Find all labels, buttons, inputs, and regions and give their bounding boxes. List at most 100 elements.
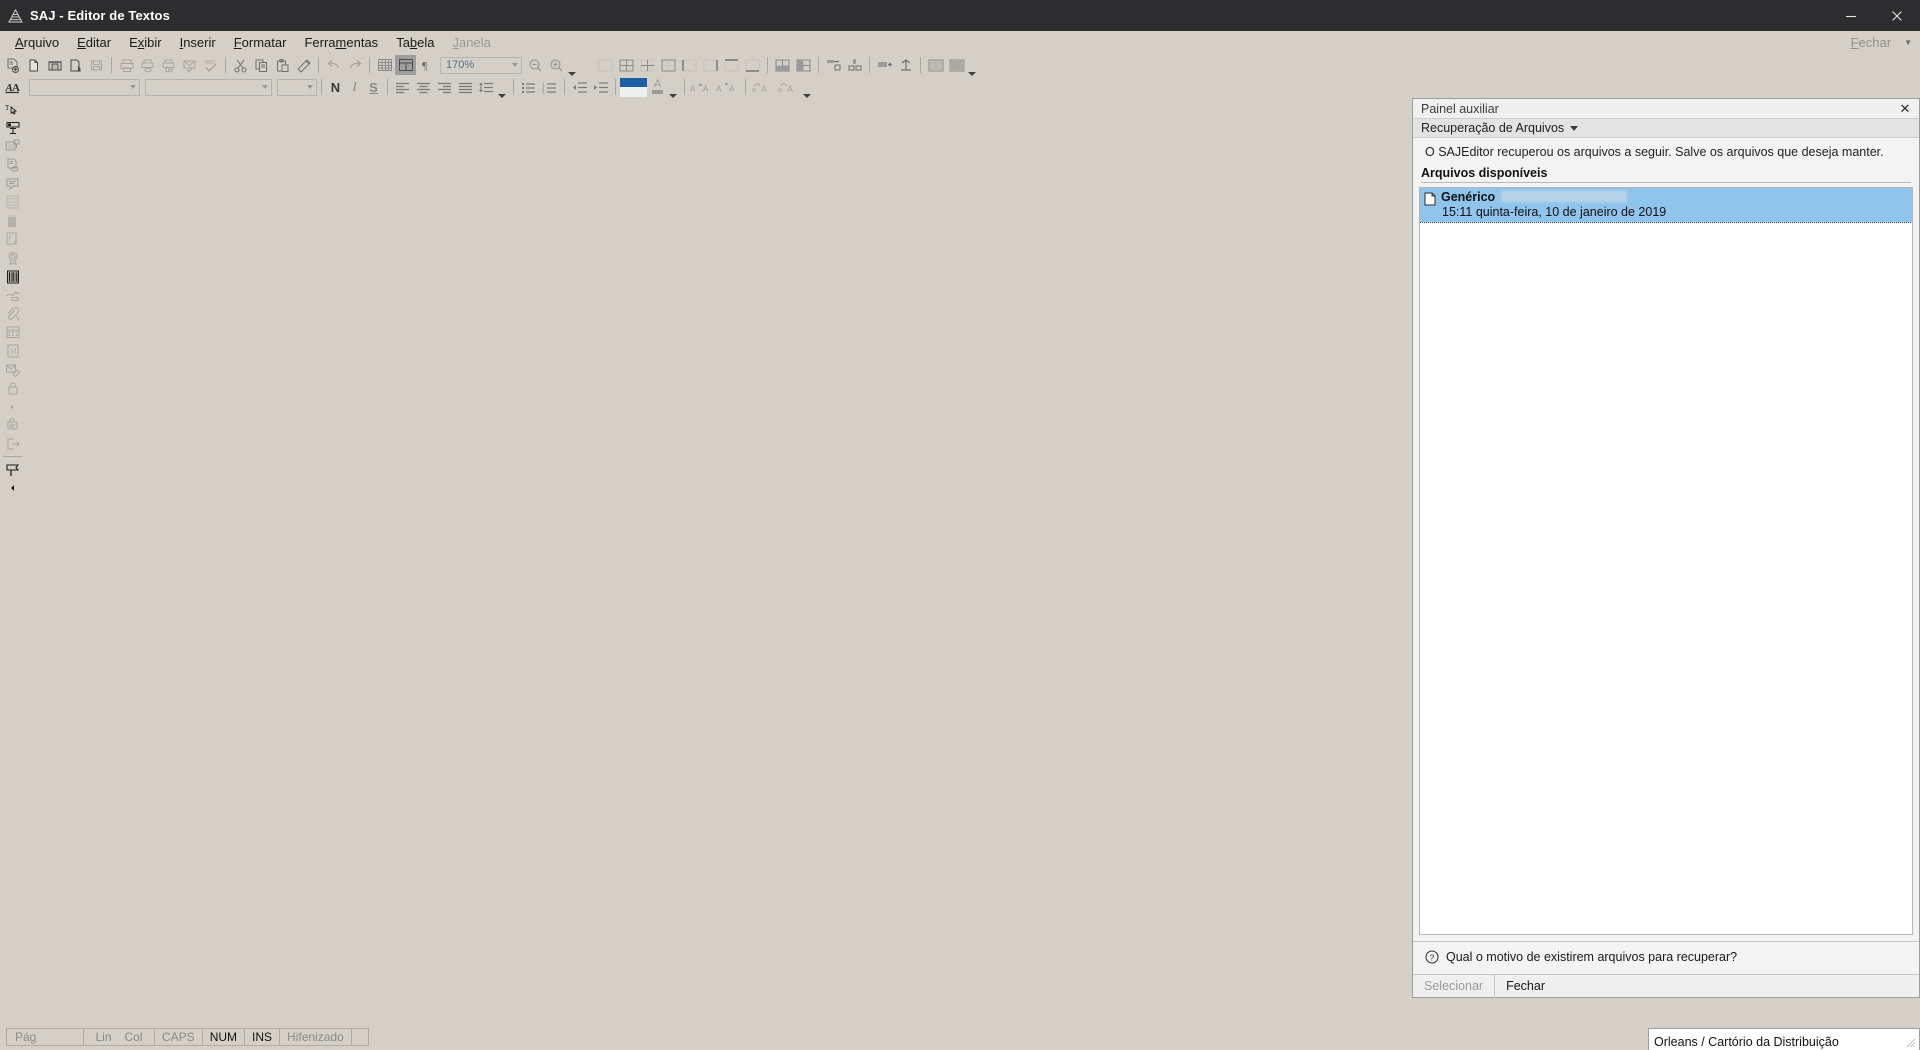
status-num[interactable]: NUM [201, 1028, 246, 1046]
italic-button[interactable]: I [345, 78, 364, 97]
new-document-icon[interactable] [2, 55, 23, 75]
cut-icon[interactable] [230, 55, 251, 75]
attach-icon[interactable] [2, 305, 24, 324]
open-model-icon[interactable] [65, 55, 86, 75]
font-family-combobox[interactable] [145, 78, 272, 96]
undo-icon[interactable] [323, 55, 344, 75]
recovered-files-list[interactable]: Genérico 15:11 quinta-feira, 10 de janei… [1419, 186, 1913, 935]
resize-grip-icon[interactable] [1904, 1036, 1916, 1048]
blank-page-icon[interactable] [23, 55, 44, 75]
send-mail-icon[interactable] [179, 55, 200, 75]
table-outer-icon[interactable] [658, 55, 679, 75]
zoom-combobox[interactable]: 170% [440, 56, 522, 74]
minimize-button[interactable] [1828, 0, 1874, 31]
play-small-icon[interactable] [2, 398, 24, 417]
highlight-color-icon[interactable] [620, 77, 647, 97]
print-preview-icon[interactable] [158, 55, 179, 75]
list-view-icon[interactable] [2, 193, 24, 212]
uppercase-icon[interactable]: aA [750, 77, 776, 97]
stamp-icon[interactable] [2, 416, 24, 435]
panel-section-header[interactable]: Recuperação de Arquivos [1413, 119, 1919, 138]
align-center-icon[interactable] [413, 77, 434, 97]
lock-icon[interactable] [2, 379, 24, 398]
barcode-icon[interactable] [2, 267, 24, 286]
menu-ferramentas[interactable]: Ferramentas [295, 33, 387, 53]
print-quick-icon[interactable] [137, 55, 158, 75]
split-cells-icon[interactable] [793, 55, 814, 75]
seal-icon[interactable] [2, 249, 24, 268]
status-caps[interactable]: CAPS [154, 1028, 203, 1046]
close-icon[interactable]: ✕ [1897, 101, 1913, 117]
signature-icon[interactable] [2, 286, 24, 305]
align-left-icon[interactable] [392, 77, 413, 97]
shading-icon[interactable] [925, 55, 946, 75]
align-justify-icon[interactable] [455, 77, 476, 97]
numbered-list-icon[interactable]: 123 [539, 77, 560, 97]
zoom-out-icon[interactable] [525, 55, 546, 75]
underline-button[interactable]: S [364, 78, 383, 97]
menu-formatar[interactable]: Formatar [225, 33, 296, 53]
menu-fechar[interactable]: Fechar [1842, 33, 1900, 53]
comment-icon[interactable] [2, 174, 24, 193]
pilcrow-icon[interactable]: ¶ [416, 55, 437, 75]
menu-arquivo[interactable]: Arquivo [6, 33, 68, 53]
insert-field-icon[interactable] [2, 137, 24, 156]
edit-tag-icon[interactable] [2, 360, 24, 379]
remove-field-icon[interactable]: Fx [2, 230, 24, 249]
bold-button[interactable]: N [326, 78, 345, 97]
menu-tabela[interactable]: Tabela [387, 33, 443, 53]
export-icon[interactable] [2, 435, 24, 454]
font-size-combobox[interactable] [277, 78, 317, 96]
table-top-icon[interactable] [721, 55, 742, 75]
menu-editar[interactable]: Editar [68, 33, 120, 53]
status-hyphenation[interactable]: Hifenizado [279, 1028, 352, 1046]
table-left-icon[interactable] [679, 55, 700, 75]
merge-cells-icon[interactable] [772, 55, 793, 75]
insert-column-icon[interactable] [844, 55, 865, 75]
decrease-indent-icon[interactable] [569, 77, 590, 97]
text-field-icon[interactable] [2, 119, 24, 138]
document-canvas[interactable]: Painel auxiliar ✕ Recuperação de Arquivo… [26, 98, 1920, 1024]
grow-font-icon[interactable]: AA [689, 77, 715, 97]
font-color-icon[interactable]: A [647, 78, 668, 97]
font-dialog-icon[interactable]: AA [2, 77, 23, 97]
bullet-list-icon[interactable] [518, 77, 539, 97]
lowercase-icon[interactable]: aA [776, 77, 802, 97]
delete-column-icon[interactable] [895, 55, 916, 75]
flag-icon[interactable] [2, 460, 24, 479]
block-icon[interactable] [2, 212, 24, 231]
background-window-strip[interactable]: Orleans / Cartório da Distribuição [1648, 1028, 1920, 1050]
redo-icon[interactable] [344, 55, 365, 75]
print-icon[interactable] [116, 55, 137, 75]
table-right-icon[interactable] [700, 55, 721, 75]
spellcheck-icon[interactable]: ABC [200, 55, 221, 75]
calendar-icon[interactable] [2, 323, 24, 342]
align-right-icon[interactable] [434, 77, 455, 97]
paste-icon[interactable] [272, 55, 293, 75]
status-ins[interactable]: INS [244, 1028, 281, 1046]
table-none-icon[interactable] [595, 55, 616, 75]
close-button[interactable] [1874, 0, 1920, 31]
close-panel-button[interactable]: Fechar [1495, 975, 1556, 998]
menu-exibir[interactable]: Exibir [120, 33, 171, 53]
format-painter-icon[interactable] [293, 55, 314, 75]
text-cursor-icon[interactable]: T [2, 100, 24, 119]
table-bottom-icon[interactable] [742, 55, 763, 75]
delete-row-icon[interactable] [874, 55, 895, 75]
document-view-icon[interactable] [2, 156, 24, 175]
chevron-down-icon[interactable]: ▼ [1904, 38, 1912, 47]
open-folder-icon[interactable] [44, 55, 65, 75]
shrink-font-icon[interactable]: AA [715, 77, 741, 97]
model-icon[interactable]: M [2, 342, 24, 361]
select-button[interactable]: Selecionar [1413, 975, 1494, 998]
increase-indent-icon[interactable] [590, 77, 611, 97]
paragraph-style-combobox[interactable] [29, 78, 140, 96]
panel-help-link[interactable]: ? Qual o motivo de existirem arquivos pa… [1413, 941, 1919, 974]
page-layout-icon[interactable] [395, 55, 416, 75]
insert-row-icon[interactable] [823, 55, 844, 75]
zoom-in-icon[interactable] [546, 55, 567, 75]
table-all-icon[interactable] [616, 55, 637, 75]
shading-alt-icon[interactable] [946, 55, 967, 75]
line-spacing-icon[interactable] [476, 77, 497, 97]
list-item[interactable]: Genérico 15:11 quinta-feira, 10 de janei… [1420, 187, 1912, 223]
